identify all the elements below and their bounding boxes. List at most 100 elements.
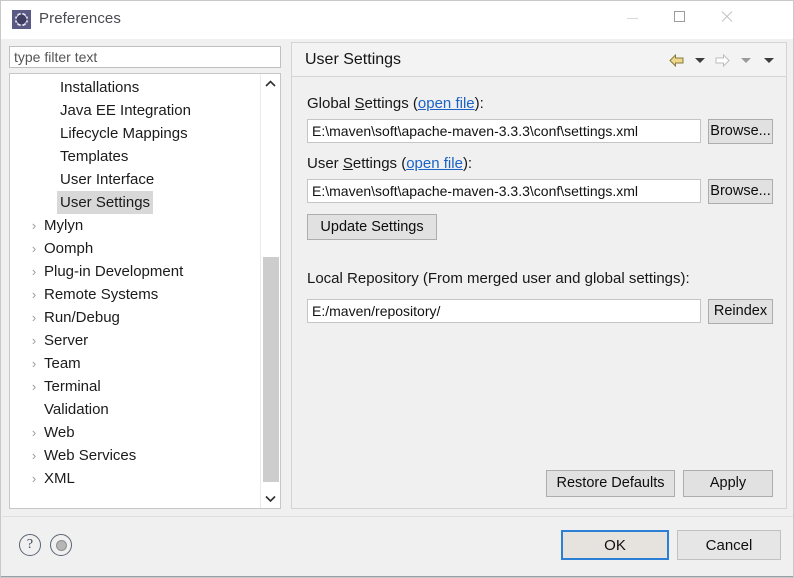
panel-toolbar <box>666 50 779 70</box>
scroll-down-button[interactable] <box>261 489 280 508</box>
caret-down-icon <box>740 57 751 63</box>
tree-item-templates[interactable]: Templates <box>10 145 262 168</box>
local-repository-label: Local Repository (From merged user and g… <box>307 270 690 287</box>
ok-button[interactable]: OK <box>561 530 669 560</box>
settings-panel: User Settings Global Settings (open file… <box>291 42 787 509</box>
global-label-suffix: ): <box>474 95 484 112</box>
scrollbar-thumb[interactable] <box>263 257 279 482</box>
user-browse-button[interactable]: Browse... <box>708 179 773 204</box>
tree-item-label: Remote Systems <box>44 286 159 303</box>
tree-item-terminal[interactable]: › Terminal <box>10 375 262 398</box>
chevron-down-icon <box>265 495 276 502</box>
tree-item-label: Terminal <box>44 378 101 395</box>
chevron-right-icon[interactable]: › <box>28 214 40 237</box>
forward-history-button[interactable] <box>735 50 756 70</box>
tree-item-label: Team <box>44 355 81 372</box>
maximize-button[interactable] <box>656 1 702 31</box>
chevron-right-icon[interactable]: › <box>28 260 40 283</box>
tree-item-list: Installations Java EE Integration Lifecycl… <box>10 76 262 490</box>
chevron-right-icon[interactable]: › <box>28 329 40 352</box>
update-settings-button[interactable]: Update Settings <box>307 214 437 240</box>
tree-item-team[interactable]: › Team <box>10 352 262 375</box>
tree-item-oomph[interactable]: › Oomph <box>10 237 262 260</box>
tree-item-label: Templates <box>60 148 129 165</box>
chevron-right-icon[interactable]: › <box>28 467 40 490</box>
help-question-icon: ? <box>26 537 34 552</box>
restore-defaults-button[interactable]: Restore Defaults <box>546 470 675 497</box>
chevron-up-icon <box>265 80 276 87</box>
tree-item-label: Plug-in Development <box>44 263 184 280</box>
chevron-right-icon[interactable]: › <box>28 283 40 306</box>
chevron-right-icon[interactable]: › <box>28 306 40 329</box>
tree-scrollbar[interactable] <box>260 74 280 508</box>
tree-item-installations[interactable]: Installations <box>10 76 262 99</box>
global-label-prefix: Global <box>307 95 355 112</box>
tree-item-user-settings[interactable]: User Settings <box>10 191 262 214</box>
tree-item-validation[interactable]: Validation <box>10 398 262 421</box>
panel-body: Global Settings (open file): Browse... U… <box>291 77 787 509</box>
close-button[interactable] <box>703 1 749 31</box>
back-history-button[interactable] <box>689 50 710 70</box>
close-icon <box>720 10 733 23</box>
user-label-prefix: User <box>307 155 343 172</box>
apply-button[interactable]: Apply <box>683 470 773 497</box>
window-bottom-edge <box>1 576 793 577</box>
global-label-rest: ettings ( <box>364 95 418 112</box>
tree-item-remote-systems[interactable]: › Remote Systems <box>10 283 262 306</box>
back-arrow-icon <box>669 53 684 67</box>
preferences-dialog: Preferences Installations Java EE Integra… <box>0 0 794 578</box>
user-settings-label: User Settings (open file): <box>307 155 472 172</box>
tree-item-web[interactable]: › Web <box>10 421 262 444</box>
forward-button[interactable] <box>712 50 733 70</box>
filter-input[interactable] <box>9 46 281 68</box>
minimize-button[interactable] <box>609 1 655 31</box>
target-circle-icon <box>55 539 67 551</box>
chevron-right-icon[interactable]: › <box>28 237 40 260</box>
reindex-button[interactable]: Reindex <box>708 299 773 324</box>
user-settings-input[interactable] <box>307 179 701 203</box>
global-open-file-link[interactable]: open file <box>418 95 475 112</box>
user-label-mnemonic: S <box>342 155 353 172</box>
preferences-tree: Installations Java EE Integration Lifecycl… <box>9 73 281 509</box>
help-button[interactable]: ? <box>19 534 41 556</box>
tree-item-server[interactable]: › Server <box>10 329 262 352</box>
cancel-button[interactable]: Cancel <box>677 530 781 560</box>
maximize-icon <box>673 10 685 22</box>
tree-item-web-services[interactable]: › Web Services <box>10 444 262 467</box>
tree-item-mylyn[interactable]: › Mylyn <box>10 214 262 237</box>
local-repository-input[interactable] <box>307 299 701 323</box>
tree-item-lifecycle-mappings[interactable]: Lifecycle Mappings <box>10 122 262 145</box>
tree-item-label: Validation <box>44 401 109 418</box>
page-title: User Settings <box>305 51 402 68</box>
global-settings-label: Global Settings (open file): <box>307 95 484 112</box>
tree-item-label: User Settings <box>57 191 154 214</box>
tree-item-java-ee-integration[interactable]: Java EE Integration <box>10 99 262 122</box>
tree-item-label: Web <box>44 424 75 441</box>
panel-header: User Settings <box>291 42 787 77</box>
view-menu-button[interactable] <box>758 50 779 70</box>
footer-bar: ? OK Cancel <box>2 517 793 577</box>
tree-item-label: Oomph <box>44 240 94 257</box>
scroll-up-button[interactable] <box>261 74 280 93</box>
user-label-suffix: ): <box>462 155 473 172</box>
caret-down-icon <box>763 57 774 63</box>
target-circle-button[interactable] <box>50 534 72 556</box>
tree-item-run-debug[interactable]: › Run/Debug <box>10 306 262 329</box>
global-label-mnemonic: S <box>354 95 365 112</box>
chevron-right-icon[interactable]: › <box>28 421 40 444</box>
chevron-right-icon[interactable]: › <box>28 375 40 398</box>
preferences-gear-icon <box>12 10 31 29</box>
chevron-right-icon[interactable]: › <box>28 352 40 375</box>
global-settings-input[interactable] <box>307 119 701 143</box>
tree-item-user-interface[interactable]: User Interface <box>10 168 262 191</box>
global-browse-button[interactable]: Browse... <box>708 119 773 144</box>
chevron-right-icon[interactable]: › <box>28 444 40 467</box>
tree-item-label: Installations <box>60 79 140 96</box>
tree-item-xml[interactable]: › XML <box>10 467 262 490</box>
tree-item-label: Mylyn <box>44 217 84 234</box>
tree-item-label: Java EE Integration <box>60 102 191 119</box>
tree-item-label: User Interface <box>60 171 155 188</box>
tree-item-plug-in-development[interactable]: › Plug-in Development <box>10 260 262 283</box>
back-button[interactable] <box>666 50 687 70</box>
user-open-file-link[interactable]: open file <box>406 155 463 172</box>
